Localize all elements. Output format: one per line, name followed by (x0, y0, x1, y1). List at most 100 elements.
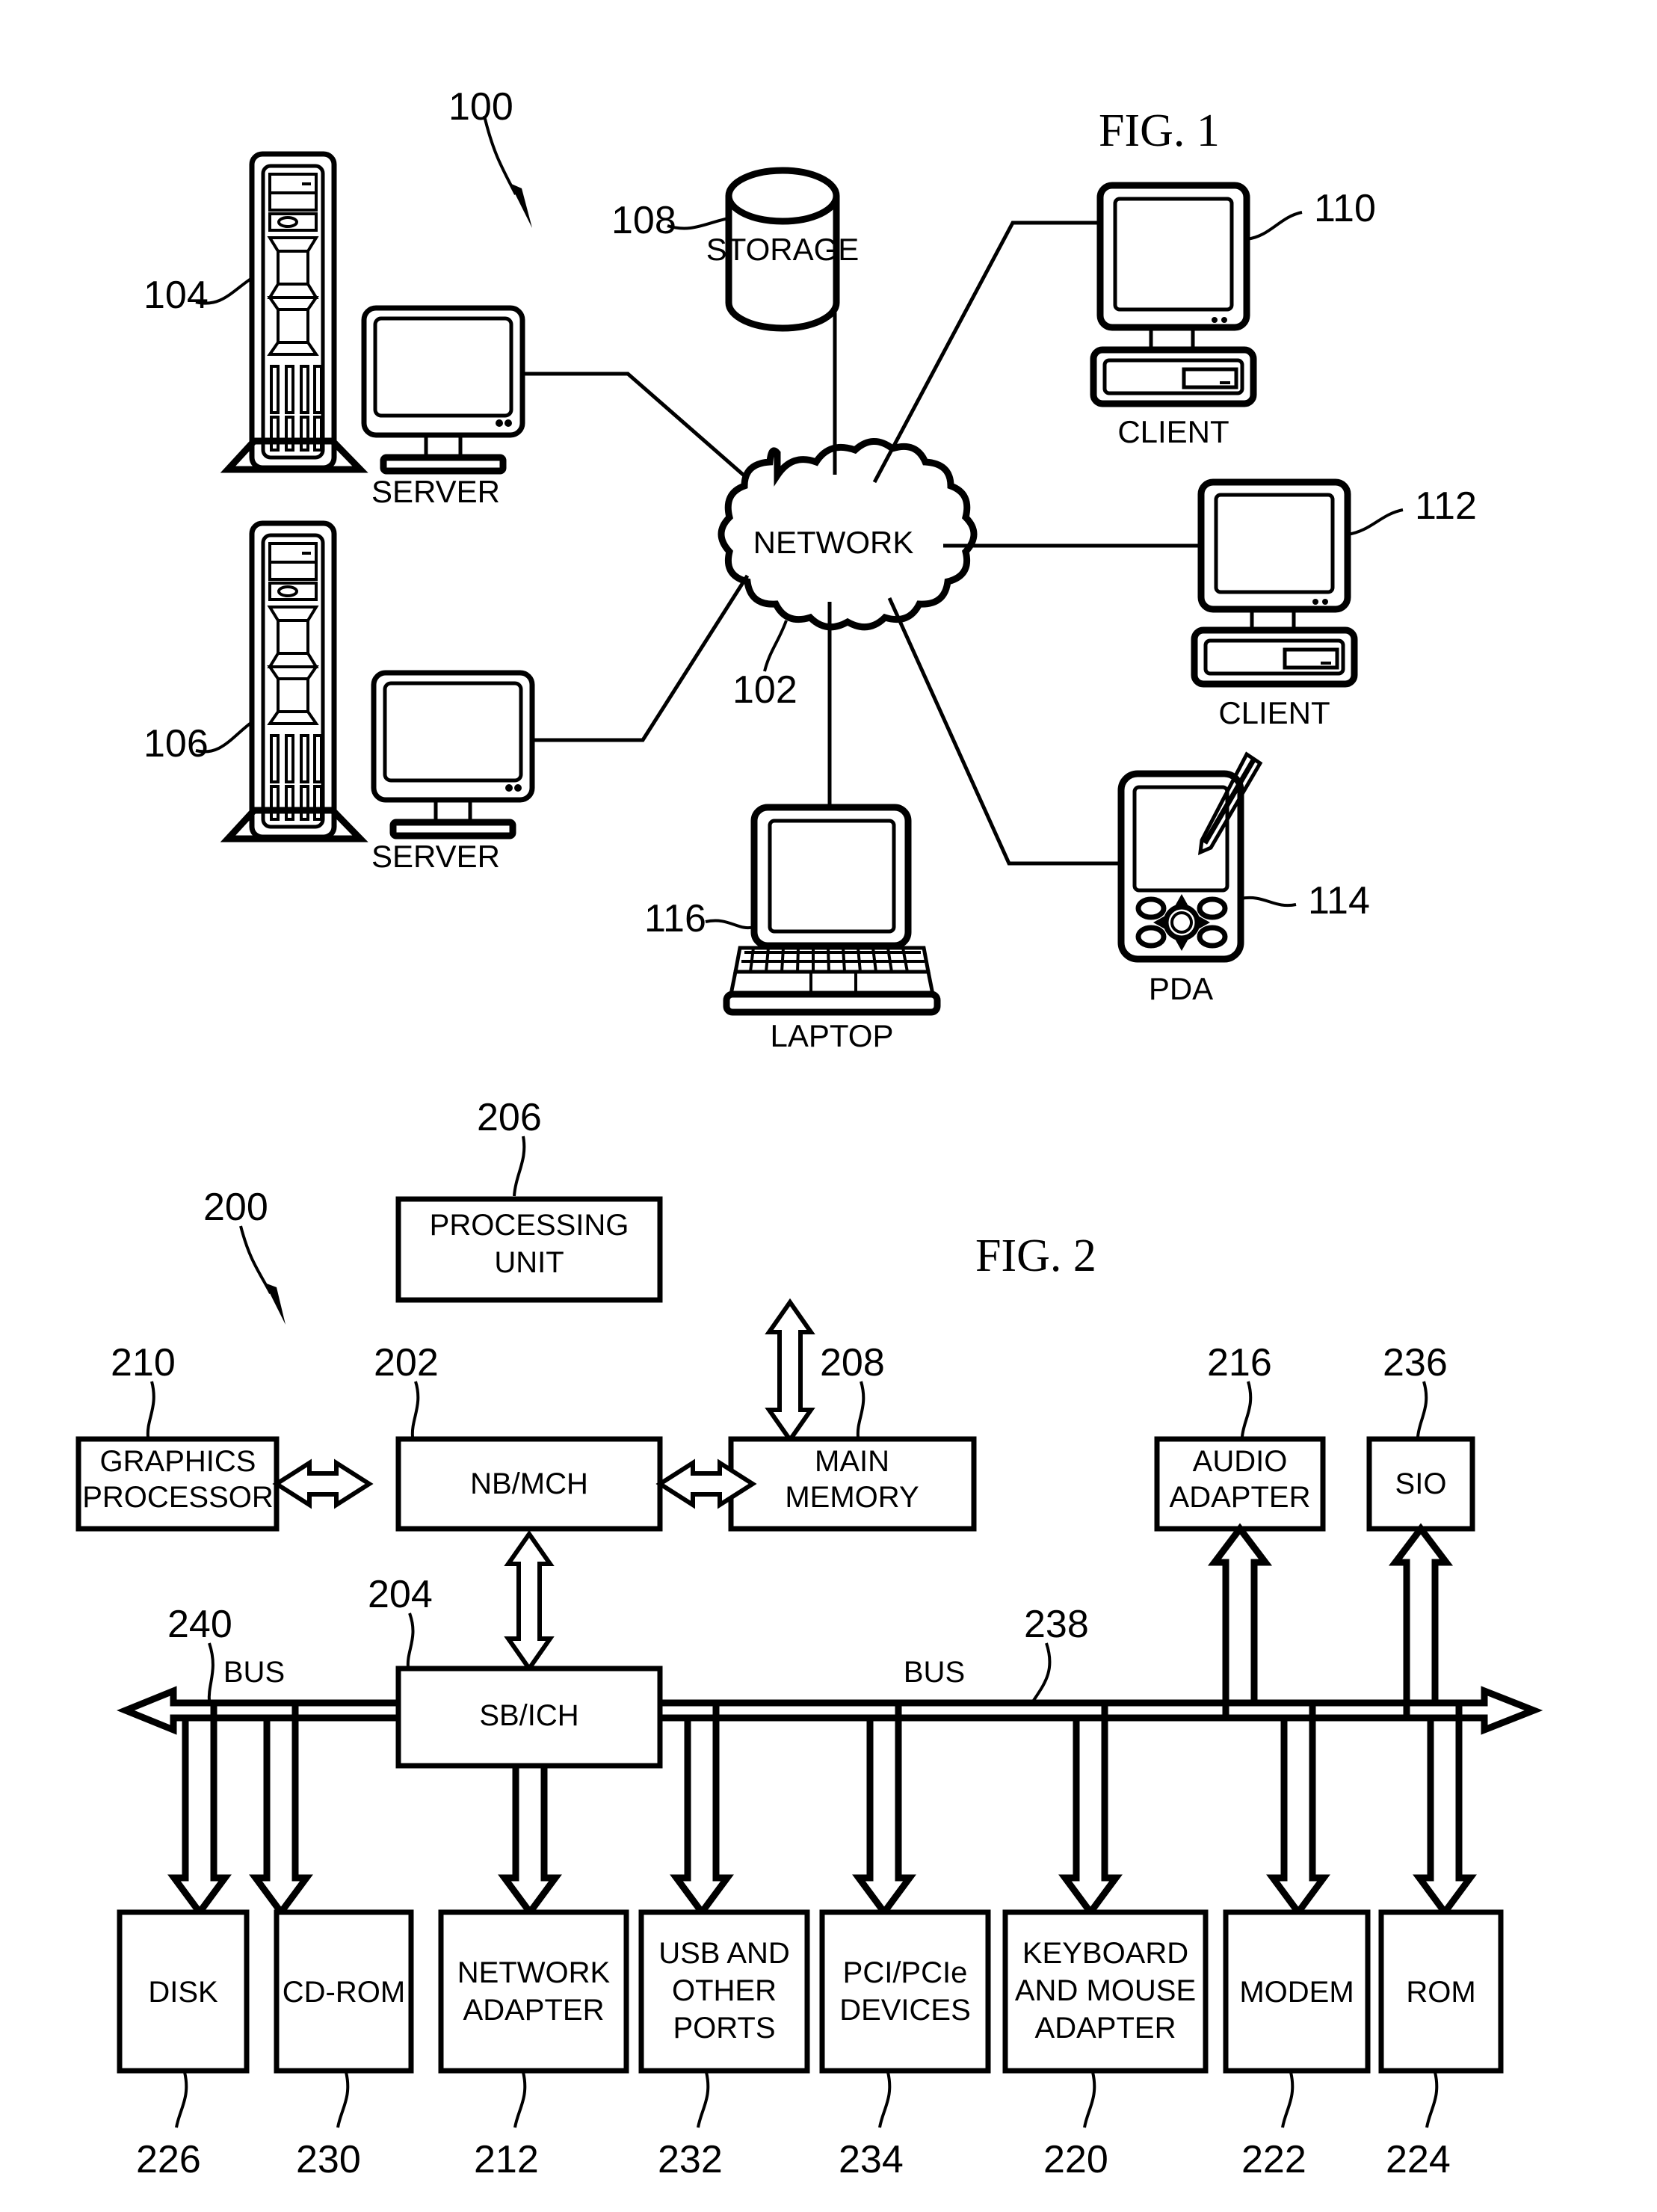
ref-232: 232 (658, 2138, 723, 2181)
network-102-label: NETWORK (753, 525, 914, 560)
figure-2-title: FIG. 2 (975, 1230, 1096, 1281)
ref-222: 222 (1241, 2138, 1306, 2181)
rom-label: ROM (1406, 1976, 1475, 2009)
server-106-label: SERVER (371, 839, 500, 874)
ref-202: 202 (374, 1341, 439, 1384)
arrow-bus-to-audio-adapter (1207, 1523, 1273, 1718)
server-104-label: SERVER (371, 474, 500, 509)
processing-unit-label-2: UNIT (494, 1246, 564, 1279)
ref-208: 208 (820, 1341, 885, 1384)
bus-240-line (117, 1686, 398, 1735)
graphics-processor-label-2: PROCESSOR (82, 1481, 274, 1514)
ref-202-leader (410, 1381, 420, 1438)
client-112-label: CLIENT (1218, 695, 1330, 730)
ref-110: 110 (1314, 187, 1376, 230)
ref-224: 224 (1386, 2138, 1451, 2181)
ref-102: 102 (732, 668, 797, 712)
pda-114-leader (1240, 896, 1297, 908)
nbmch-label: NB/MCH (470, 1467, 588, 1500)
ref-210: 210 (111, 1341, 176, 1384)
ref-234: 234 (839, 2138, 904, 2181)
arrow-bus-to-sio (1388, 1523, 1454, 1718)
fig1-system-ref-leader (483, 115, 532, 228)
figure-1-graphics: SERVER SERVER STORAGE NETWORK CLIENT CLI… (75, 85, 1543, 2181)
ref-232-leader (697, 2071, 710, 2128)
client-110-label: CLIENT (1117, 414, 1229, 449)
ref-240: 240 (167, 1603, 232, 1646)
bus-down-arrows (167, 1703, 1477, 1918)
network-102-leader (763, 620, 788, 672)
pci-devices-label-2: DEVICES (839, 1994, 971, 2027)
ref-210-leader (146, 1381, 155, 1438)
graphics-processor-label-1: GRAPHICS (100, 1445, 256, 1478)
ref-234-leader (878, 2071, 892, 2128)
laptop-116-icon (723, 804, 941, 1016)
client-110-leader (1246, 211, 1303, 241)
patent-drawing-sheet: SERVER SERVER STORAGE NETWORK CLIENT CLI… (0, 0, 1657, 2212)
ref-230-leader (336, 2071, 350, 2128)
arrow-nbmch-to-sbich (504, 1529, 555, 1673)
pci-devices-label-1: PCI/PCIe (843, 1956, 968, 1989)
ref-236: 236 (1383, 1341, 1448, 1384)
ref-212: 212 (474, 2138, 539, 2181)
ref-224-leader (1425, 2071, 1439, 2128)
usb-ports-label-3: PORTS (673, 2012, 775, 2045)
laptop-116-label: LAPTOP (771, 1018, 894, 1053)
network-adapter-label-2: ADAPTER (463, 1994, 605, 2027)
main-memory-label-2: MEMORY (785, 1481, 919, 1514)
ref-216: 216 (1207, 1341, 1272, 1384)
main-memory-label-1: MAIN (815, 1445, 889, 1478)
ref-212-leader (513, 2071, 527, 2128)
ref-116: 116 (644, 897, 706, 940)
ref-226-leader (175, 2071, 188, 2128)
ref-238: 238 (1024, 1603, 1089, 1646)
ref-220-leader (1083, 2071, 1096, 2128)
sio-label: SIO (1395, 1467, 1447, 1500)
fig2-system-ref-leader (239, 1225, 286, 1325)
processing-unit-label-1: PROCESSING (430, 1209, 629, 1242)
laptop-116-leader (705, 919, 755, 930)
ref-230: 230 (296, 2138, 361, 2181)
ref-238-leader (1031, 1642, 1052, 1703)
keyboard-mouse-label-1: KEYBOARD (1022, 1937, 1188, 1970)
ref-216-leader (1241, 1381, 1253, 1438)
network-adapter-box (438, 1909, 629, 2074)
arrow-graphics-to-nbmch (272, 1458, 374, 1509)
client-112-icon (1191, 478, 1358, 688)
server-104-icon (220, 151, 525, 475)
client-110-icon (1090, 182, 1257, 407)
ref-240-leader (207, 1642, 215, 1702)
ref-204-leader (406, 1612, 415, 1668)
ref-100: 100 (448, 85, 513, 129)
disk-label: DISK (148, 1976, 218, 2009)
modem-label: MODEM (1239, 1976, 1354, 2009)
ref-206-leader (513, 1136, 526, 1197)
ref-206: 206 (477, 1096, 542, 1139)
bus-240-label: BUS (223, 1656, 285, 1689)
audio-adapter-label-2: ADAPTER (1170, 1481, 1311, 1514)
storage-108-leader (667, 217, 729, 230)
ref-222-leader (1281, 2071, 1295, 2128)
usb-ports-label-2: OTHER (672, 1974, 777, 2007)
storage-108-label: STORAGE (706, 232, 860, 267)
ref-220: 220 (1043, 2138, 1108, 2181)
pda-114-icon (1117, 751, 1263, 963)
usb-ports-label-1: USB AND (658, 1937, 790, 1970)
server-106-icon (220, 520, 535, 842)
client-112-leader (1347, 508, 1404, 536)
cdrom-label: CD-ROM (283, 1976, 405, 2009)
keyboard-mouse-label-3: ADAPTER (1035, 2012, 1176, 2045)
ref-104: 104 (144, 274, 209, 317)
figure-1-title: FIG. 1 (1099, 105, 1220, 156)
pci-devices-box (819, 1909, 991, 2074)
ref-106: 106 (144, 722, 209, 765)
network-adapter-label-1: NETWORK (457, 1956, 611, 1989)
arrow-processing-to-nbmch (765, 1298, 815, 1444)
ref-200: 200 (203, 1186, 268, 1229)
ref-204: 204 (368, 1573, 433, 1616)
pda-114-label: PDA (1149, 971, 1213, 1006)
ref-108: 108 (611, 199, 676, 242)
bus-238-label: BUS (904, 1656, 965, 1689)
ref-226: 226 (136, 2138, 201, 2181)
ref-208-leader (856, 1381, 865, 1438)
